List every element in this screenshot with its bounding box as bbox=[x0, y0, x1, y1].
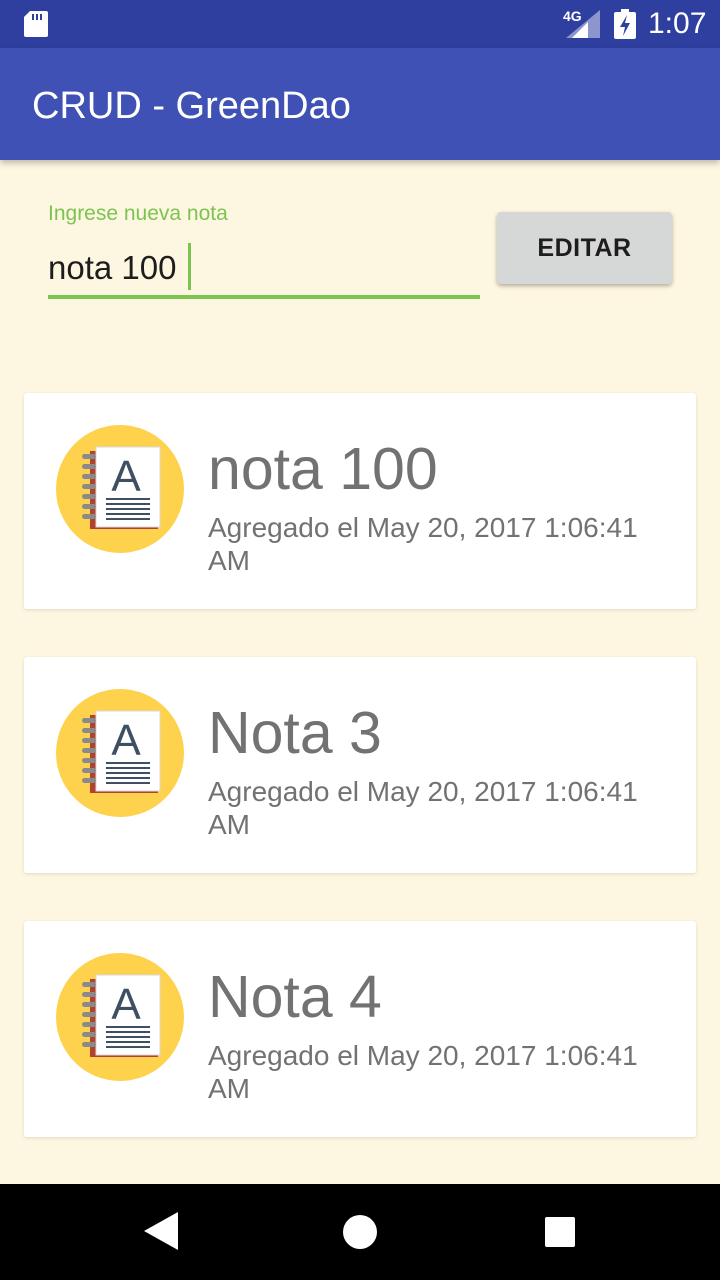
note-date: Agregado el May 20, 2017 1:06:41 AM bbox=[208, 776, 638, 840]
recents-icon[interactable] bbox=[545, 1217, 575, 1247]
notebook-icon bbox=[56, 689, 184, 817]
app-title: CRUD - GreenDao bbox=[32, 85, 351, 127]
home-icon[interactable] bbox=[343, 1215, 377, 1249]
note-field-label: Ingrese nueva nota bbox=[48, 202, 228, 225]
note-card[interactable]: nota 100 Agregado el May 20, 2017 1:06:4… bbox=[24, 393, 696, 609]
note-card[interactable]: Nota 4 Agregado el May 20, 2017 1:06:41 … bbox=[24, 921, 696, 1137]
note-card[interactable]: Nota 3 Agregado el May 20, 2017 1:06:41 … bbox=[24, 657, 696, 873]
status-time: 1:07 bbox=[648, 7, 707, 40]
note-date: Agregado el May 20, 2017 1:06:41 AM bbox=[208, 512, 638, 576]
note-title: Nota 4 bbox=[208, 964, 382, 1030]
battery-charging-icon bbox=[614, 9, 636, 39]
text-cursor bbox=[188, 243, 191, 290]
note-input-underline bbox=[48, 295, 480, 299]
notebook-icon bbox=[56, 953, 184, 1081]
status-bar: 4G 1:07 bbox=[0, 0, 720, 48]
note-date: Agregado el May 20, 2017 1:06:41 AM bbox=[208, 1040, 638, 1104]
note-title: nota 100 bbox=[208, 436, 438, 502]
app-bar: CRUD - GreenDao bbox=[0, 48, 720, 160]
note-title: Nota 3 bbox=[208, 700, 382, 766]
edit-button[interactable]: EDITAR bbox=[497, 212, 672, 284]
sd-card-icon bbox=[24, 11, 48, 37]
notebook-icon bbox=[56, 425, 184, 553]
back-icon[interactable] bbox=[144, 1212, 178, 1250]
note-input[interactable] bbox=[48, 244, 480, 292]
network-type-label: 4G bbox=[563, 8, 582, 24]
